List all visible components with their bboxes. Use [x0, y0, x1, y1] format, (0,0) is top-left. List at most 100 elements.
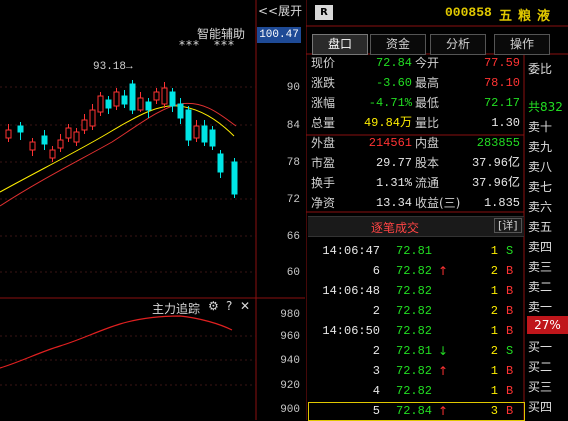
orderbook-buy-level[interactable]: 买一 [528, 338, 552, 355]
quote-label: 外盘 [311, 136, 336, 150]
orderbook-sell-level[interactable]: 卖十 [528, 118, 552, 135]
quote-label: 量比 [415, 116, 440, 130]
candle [129, 83, 136, 111]
orderbook-sell-level[interactable]: 卖八 [528, 158, 552, 175]
quote-label: 今开 [415, 56, 440, 70]
candle [81, 119, 88, 131]
price-axis-label: 78 [286, 157, 300, 169]
quote-value: 1.31% [375, 176, 412, 190]
tick-price: 72.82 [396, 384, 433, 398]
candle [73, 131, 80, 143]
orderbook-sell-level[interactable]: 卖六 [528, 198, 552, 215]
tick-volume: 1 [490, 244, 498, 258]
quote-value: 37.96亿 [471, 176, 520, 190]
tick-price: 72.81 [396, 244, 433, 258]
current-price-tag: 100.47 [257, 27, 301, 43]
help-icon[interactable]: ? [226, 299, 232, 313]
candle [201, 125, 208, 143]
stock-name: 五粮液 [499, 9, 557, 24]
orderbook-buy-level[interactable]: 买三 [528, 378, 552, 395]
candle [121, 95, 128, 105]
quote-label: 流通 [415, 176, 440, 190]
gear-icon[interactable]: ⚙ [208, 299, 219, 313]
tick-arrow: ↑ [438, 364, 449, 378]
candle [5, 129, 12, 139]
candle [153, 91, 160, 101]
candle [97, 95, 104, 113]
quote-value: 13.34 [375, 196, 412, 210]
quote-label: 内盘 [415, 136, 440, 150]
indicator-axis-label: 920 [280, 380, 300, 392]
indicator-axis-label: 900 [280, 404, 300, 416]
tick-time: 14:06:47 [322, 244, 380, 258]
orderbook-sell-level[interactable]: 卖三 [528, 258, 552, 275]
candle [177, 103, 184, 119]
tab-caozuo[interactable]: 操作 [494, 34, 550, 55]
tick-volume: 2 [490, 304, 498, 318]
quote-value: 214561 [368, 136, 412, 150]
price-axis-label: 72 [286, 194, 300, 206]
orderbook-total: 共832 [528, 100, 563, 114]
period-high-marker: 93.18→ [93, 61, 133, 73]
indicator-axis-label: 940 [280, 355, 300, 367]
stock-badge: R [315, 5, 333, 20]
candle [231, 161, 238, 195]
quote-label: 现价 [311, 56, 336, 70]
tick-price: 72.82 [396, 304, 433, 318]
tick-volume: 2 [490, 344, 498, 358]
tick-side: B [506, 264, 514, 278]
candle [137, 97, 144, 111]
tick-price: 72.82 [396, 264, 433, 278]
tick-detail-button[interactable]: [详] [494, 218, 522, 233]
tick-price: 72.82 [396, 324, 433, 338]
quote-label: 净资 [311, 196, 336, 210]
quote-value: 78.10 [483, 76, 520, 90]
candle [49, 149, 56, 159]
orderbook-sell-level[interactable]: 卖二 [528, 278, 552, 295]
tick-time: 2 [372, 304, 380, 318]
candle [29, 141, 36, 151]
candle [105, 99, 112, 109]
tick-side: B [506, 404, 514, 418]
quote-label: 收益(三) [415, 196, 461, 210]
tick-arrow: ↓ [438, 344, 449, 358]
candle [209, 129, 216, 147]
expand-button[interactable]: <<展开 [258, 2, 302, 19]
quote-label: 股本 [415, 156, 440, 170]
kline-chart-area[interactable]: <<展开 智能辅助 *** *** 100.47 93.18→ 90 84 78… [0, 0, 305, 420]
indicator-axis-label: 980 [280, 309, 300, 321]
tick-volume: 1 [490, 284, 498, 298]
tab-zijin[interactable]: 资金 [370, 34, 426, 55]
orderbook-buy-level[interactable]: 买四 [528, 398, 552, 415]
tick-time: 4 [372, 384, 380, 398]
stars-indicator-a: *** [179, 38, 200, 52]
tick-section-title: 逐笔成交 [371, 221, 420, 235]
orderbook-sell-level[interactable]: 卖五 [528, 218, 552, 235]
candle [17, 125, 24, 133]
kline-chart [0, 0, 305, 420]
orderbook-sell-level[interactable]: 卖七 [528, 178, 552, 195]
tick-price: 72.81 [396, 344, 433, 358]
candle [65, 127, 72, 139]
close-icon[interactable]: ✕ [240, 299, 250, 313]
orderbook-sell-level[interactable]: 卖一 [528, 298, 552, 315]
quote-label: 总量 [311, 116, 336, 130]
tick-time: 3 [372, 364, 380, 378]
candle [161, 87, 168, 105]
price-axis-label: 90 [286, 82, 300, 94]
orderbook-sell-level[interactable]: 卖九 [528, 138, 552, 155]
tick-arrow: ↑ [438, 264, 449, 278]
quote-value: 37.96亿 [471, 156, 520, 170]
tick-side: B [506, 324, 514, 338]
price-axis-label: 84 [286, 120, 300, 132]
quote-value: 29.77 [375, 156, 412, 170]
quote-label: 涨跌 [311, 76, 336, 90]
orderbook-buy-level[interactable]: 买二 [528, 358, 552, 375]
price-axis-label: 60 [286, 267, 300, 279]
tab-pankou[interactable]: 盘口 [312, 34, 368, 55]
candle [145, 101, 152, 111]
orderbook-sell-level[interactable]: 卖四 [528, 238, 552, 255]
tick-volume: 2 [490, 264, 498, 278]
tab-fenxi[interactable]: 分析 [430, 34, 486, 55]
quote-value: 77.59 [483, 56, 520, 70]
